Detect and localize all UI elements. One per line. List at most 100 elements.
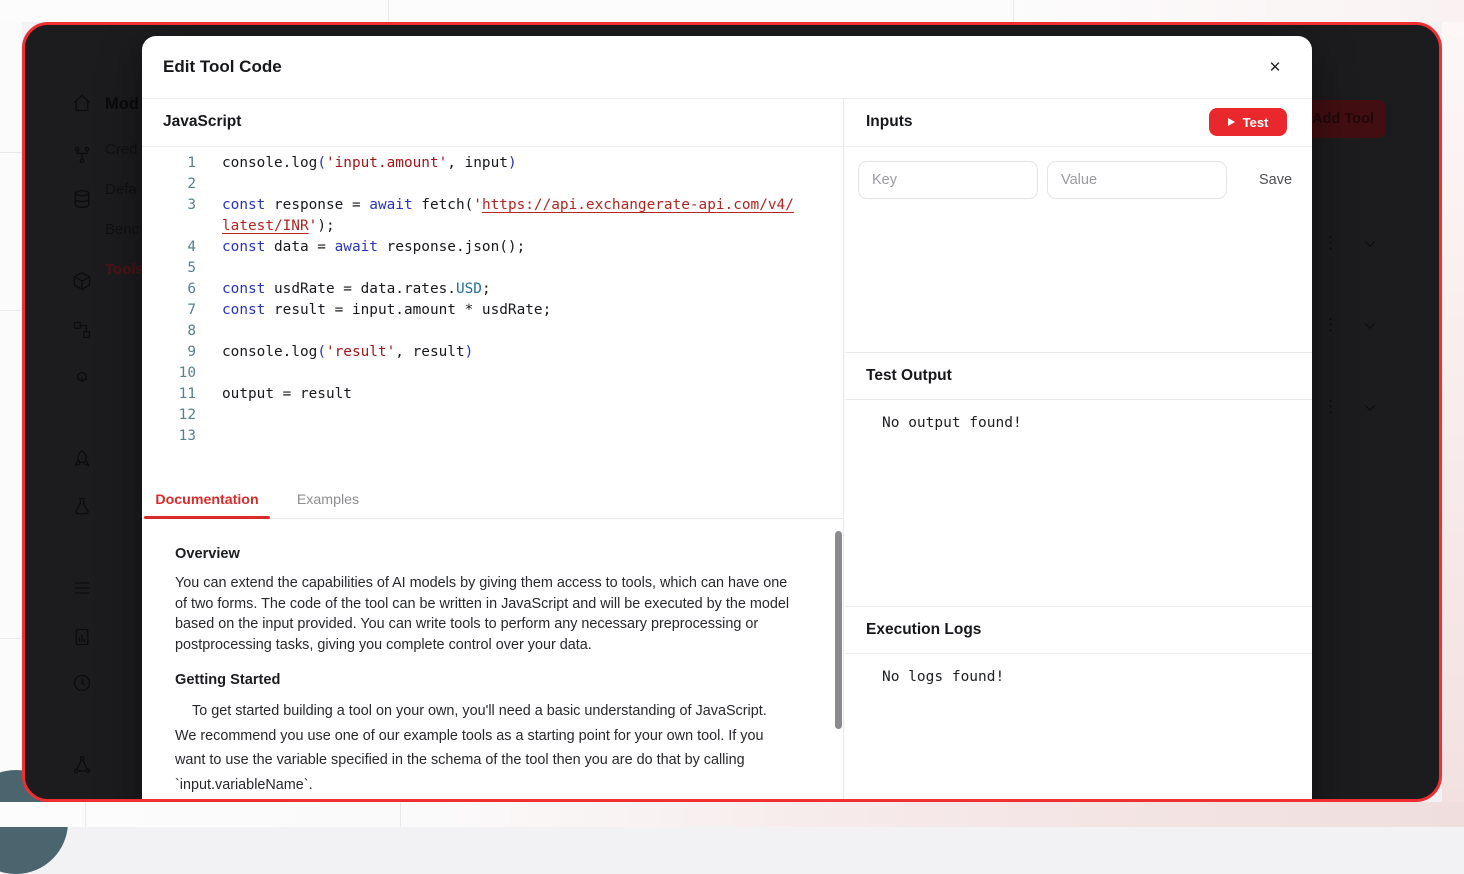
code-row: 10 xyxy=(142,363,843,384)
test-button[interactable]: Test xyxy=(1209,108,1287,136)
kebab-menu-icon: ⋮ xyxy=(1322,314,1336,336)
code-row: 1console.log('input.amount', input) xyxy=(142,153,843,174)
clock-icon xyxy=(72,673,92,693)
code-line xyxy=(196,321,222,342)
add-tool-button: Add Tool xyxy=(1300,100,1386,138)
execution-logs-heading: Execution Logs xyxy=(866,607,981,653)
save-button[interactable]: Save xyxy=(1253,171,1298,189)
chevron-down-icon xyxy=(1361,396,1379,418)
rocket-icon xyxy=(72,449,92,469)
backdrop-nav-item: Mod xyxy=(105,95,139,115)
value-input[interactable] xyxy=(1047,161,1227,199)
test-output-heading: Test Output xyxy=(866,353,952,399)
line-number: 10 xyxy=(142,363,196,384)
line-number: 4 xyxy=(142,237,196,258)
input-kv-row: Save xyxy=(858,161,1298,199)
play-icon xyxy=(1228,118,1235,126)
line-number: 8 xyxy=(142,321,196,342)
line-number: 1 xyxy=(142,153,196,174)
test-output-header: Test Output xyxy=(845,352,1312,400)
edit-tool-code-modal: Edit Tool Code ✕ JavaScript 1console.log… xyxy=(142,36,1312,802)
backdrop-nav-item: Defa xyxy=(105,181,137,201)
code-row: 8 xyxy=(142,321,843,342)
doc-paragraph: You can extend the capabilities of AI mo… xyxy=(175,573,791,655)
code-row: 12 xyxy=(142,405,843,426)
execution-logs-header: Execution Logs xyxy=(845,606,1312,654)
code-line: latest/INR'); xyxy=(196,216,335,237)
backdrop-nav-item: Cred xyxy=(105,141,138,161)
doc-heading: Overview xyxy=(175,546,791,562)
tab-examples[interactable]: Examples xyxy=(272,481,384,518)
chevron-down-icon xyxy=(1361,232,1379,254)
code-row: 2 xyxy=(142,174,843,195)
divider xyxy=(0,638,22,639)
code-line: const usdRate = data.rates.USD; xyxy=(196,279,491,300)
graph-icon xyxy=(72,755,92,775)
code-editor[interactable]: 1console.log('input.amount', input)23con… xyxy=(142,146,843,481)
code-panel: JavaScript 1console.log('input.amount', … xyxy=(142,98,844,802)
code-row: 6const usdRate = data.rates.USD; xyxy=(142,279,843,300)
line-number: 2 xyxy=(142,174,196,195)
page-top-strip xyxy=(0,0,1464,22)
divider xyxy=(400,802,401,827)
language-label: JavaScript xyxy=(163,98,241,146)
code-row: 9console.log('result', result) xyxy=(142,342,843,363)
page-left-strip xyxy=(0,22,22,802)
code-row: 3const response = await fetch('https://a… xyxy=(142,195,843,216)
key-input[interactable] xyxy=(858,161,1038,199)
documentation-content: Overview You can extend the capabilities … xyxy=(142,518,843,802)
line-number: 3 xyxy=(142,195,196,216)
modal-header: Edit Tool Code ✕ xyxy=(142,36,1312,99)
line-number xyxy=(142,216,196,237)
divider xyxy=(0,152,22,153)
backdrop-nav-item: Benc xyxy=(105,221,139,241)
code-row: 5 xyxy=(142,258,843,279)
line-number: 7 xyxy=(142,300,196,321)
modal-title: Edit Tool Code xyxy=(163,36,282,98)
kebab-menu-icon: ⋮ xyxy=(1322,232,1336,254)
code-row: latest/INR'); xyxy=(142,216,843,237)
code-row: 13 xyxy=(142,426,843,447)
code-line xyxy=(196,363,222,384)
code-row: 7const result = input.amount * usdRate; xyxy=(142,300,843,321)
code-line: const data = await response.json(); xyxy=(196,237,525,258)
code-row: 4const data = await response.json(); xyxy=(142,237,843,258)
workflow-icon xyxy=(72,320,92,340)
page-bottom-strip xyxy=(0,802,1464,827)
code-panel-header: JavaScript xyxy=(142,98,843,147)
menu-icon xyxy=(72,578,92,598)
code-line: const result = input.amount * usdRate; xyxy=(196,300,551,321)
line-number: 11 xyxy=(142,384,196,405)
close-icon[interactable]: ✕ xyxy=(1266,59,1284,77)
code-line: output = result xyxy=(196,384,352,405)
line-number: 5 xyxy=(142,258,196,279)
box-icon xyxy=(72,271,92,291)
code-line xyxy=(196,426,222,447)
tab-documentation[interactable]: Documentation xyxy=(142,481,272,518)
highlight-frame: Add Tool Mod Cred Defa Benc Tools ⋮ ⋮ ⋮ Edit To… xyxy=(22,22,1442,802)
code-line xyxy=(196,258,222,279)
test-panel: Inputs Test Save Test Output No output f… xyxy=(845,98,1312,802)
line-number: 9 xyxy=(142,342,196,363)
kebab-menu-icon: ⋮ xyxy=(1322,396,1336,418)
inputs-header: Inputs Test xyxy=(845,98,1312,147)
home-icon xyxy=(72,93,92,113)
backdrop-nav-item: Tools xyxy=(105,261,144,281)
doc-heading: Getting Started xyxy=(175,672,791,688)
test-button-label: Test xyxy=(1243,115,1269,130)
code-line xyxy=(196,405,222,426)
test-output-message: No output found! xyxy=(882,415,1022,431)
code-line: console.log('result', result) xyxy=(196,342,473,363)
code-line: const response = await fetch('https://ap… xyxy=(196,195,794,216)
divider xyxy=(0,310,22,311)
doc-scrollbar-thumb[interactable] xyxy=(835,531,842,729)
flask-icon xyxy=(72,496,92,516)
divider xyxy=(85,802,86,827)
line-number: 6 xyxy=(142,279,196,300)
code-line xyxy=(196,174,222,195)
divider xyxy=(388,0,389,22)
inputs-heading: Inputs xyxy=(866,98,913,146)
chevron-down-icon xyxy=(1361,314,1379,336)
share-nodes-icon xyxy=(72,145,92,165)
doc-tab-bar: Documentation Examples xyxy=(142,481,843,519)
